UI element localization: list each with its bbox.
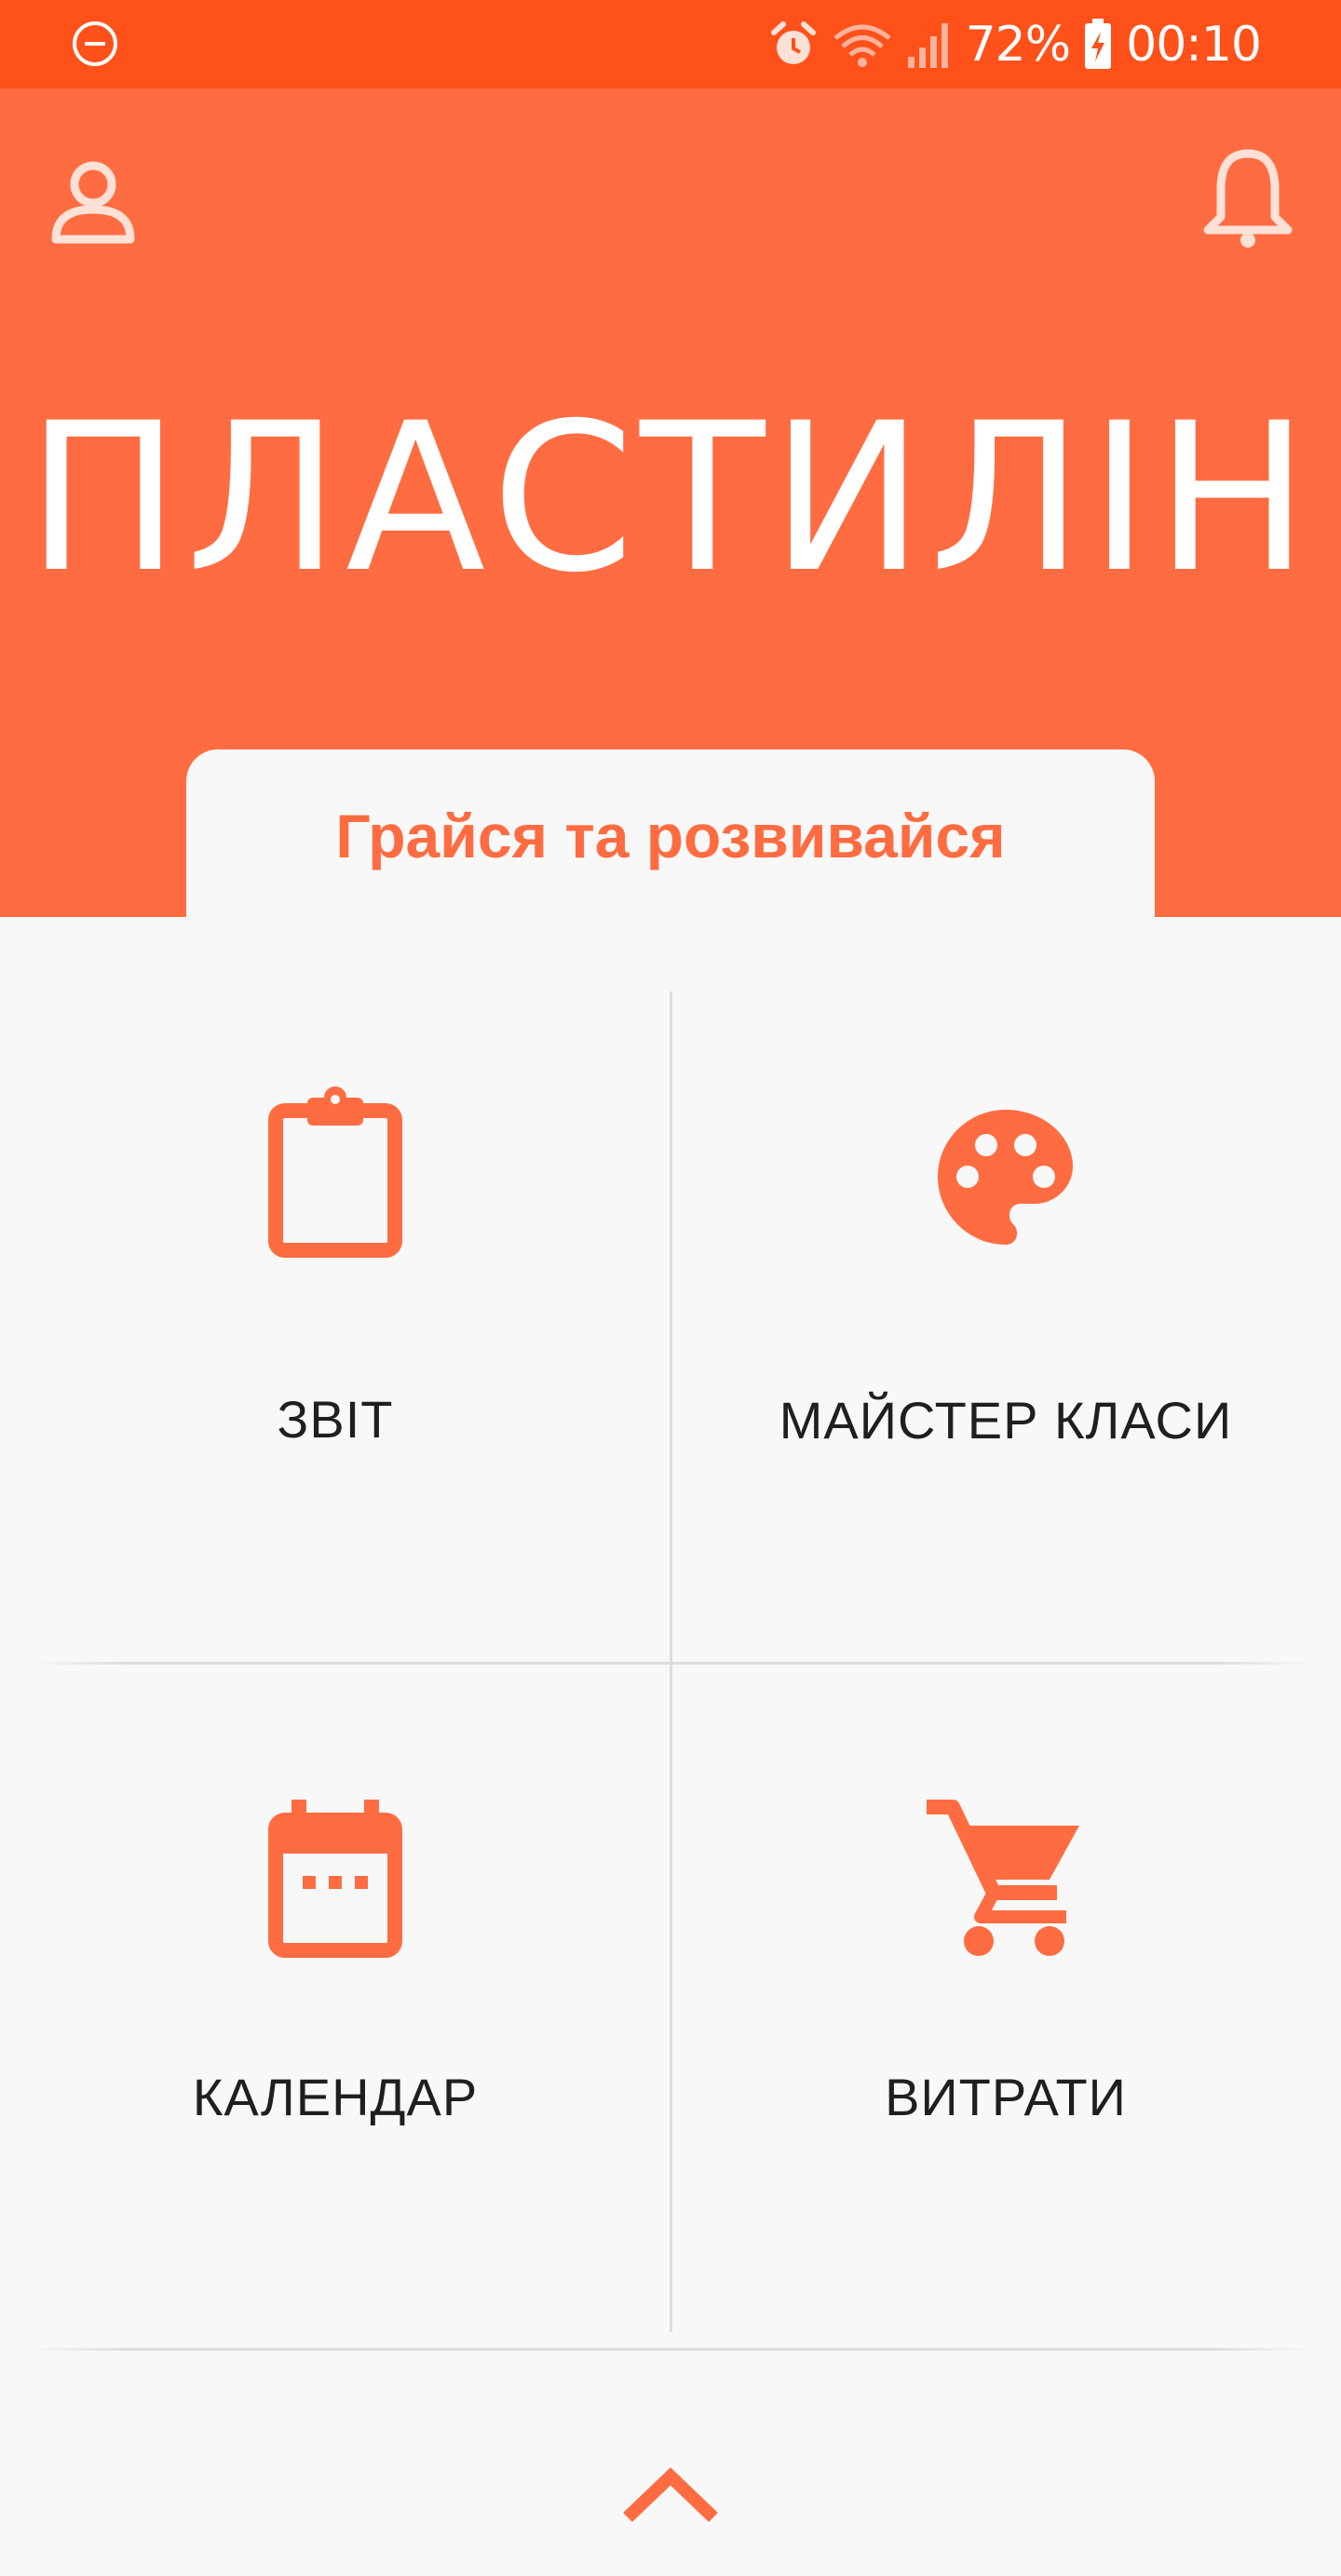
tile-expenses-label: ВИТРАТИ [885,2068,1127,2126]
palette-icon [670,1108,1341,1248]
do-not-disturb-icon [73,21,117,66]
wifi-icon [833,24,891,67]
tile-calendar-label: КАЛЕНДАР [192,2068,479,2126]
tile-master-classes-label: МАЙСТЕР КЛАСИ [779,1391,1233,1450]
clock: 00:10 [1126,16,1262,73]
tile-report-label: ЗВІТ [277,1390,394,1449]
expand-up-button[interactable] [615,2458,726,2532]
tile-expenses[interactable]: ВИТРАТИ [670,1665,1341,2353]
chevron-up-icon [623,2467,718,2523]
cart-icon [670,1800,1341,1958]
alarm-icon [770,20,816,64]
clipboard-icon [0,1085,670,1261]
notifications-button[interactable] [1197,144,1299,256]
profile-icon [51,161,135,244]
status-bar: 72% 00:10 [0,0,1341,88]
profile-button[interactable] [47,154,140,256]
tagline: Грайся та розвивайся [335,802,1006,870]
tile-calendar[interactable]: КАЛЕНДАР [0,1665,670,2353]
status-icons: 72% 00:10 [768,0,1262,88]
tile-report[interactable]: ЗВІТ [0,991,670,1680]
battery-charging-icon [1085,18,1112,69]
menu-grid: ЗВІТ МАЙСТЕР КЛАСИ КАЛЕНДАР ВИТРАТИ [0,917,1341,2351]
battery-percent: 72% [965,16,1072,73]
bell-icon [1203,149,1293,248]
app-title: ПЛАСТИЛІН [26,379,1315,617]
calendar-icon [0,1800,670,1958]
tagline-tab: Грайся та розвивайся [186,749,1155,917]
signal-icon [907,22,948,68]
tile-master-classes[interactable]: МАЙСТЕР КЛАСИ [670,991,1341,1680]
app-header: ПЛАСТИЛІН Грайся та розвивайся [0,88,1341,917]
